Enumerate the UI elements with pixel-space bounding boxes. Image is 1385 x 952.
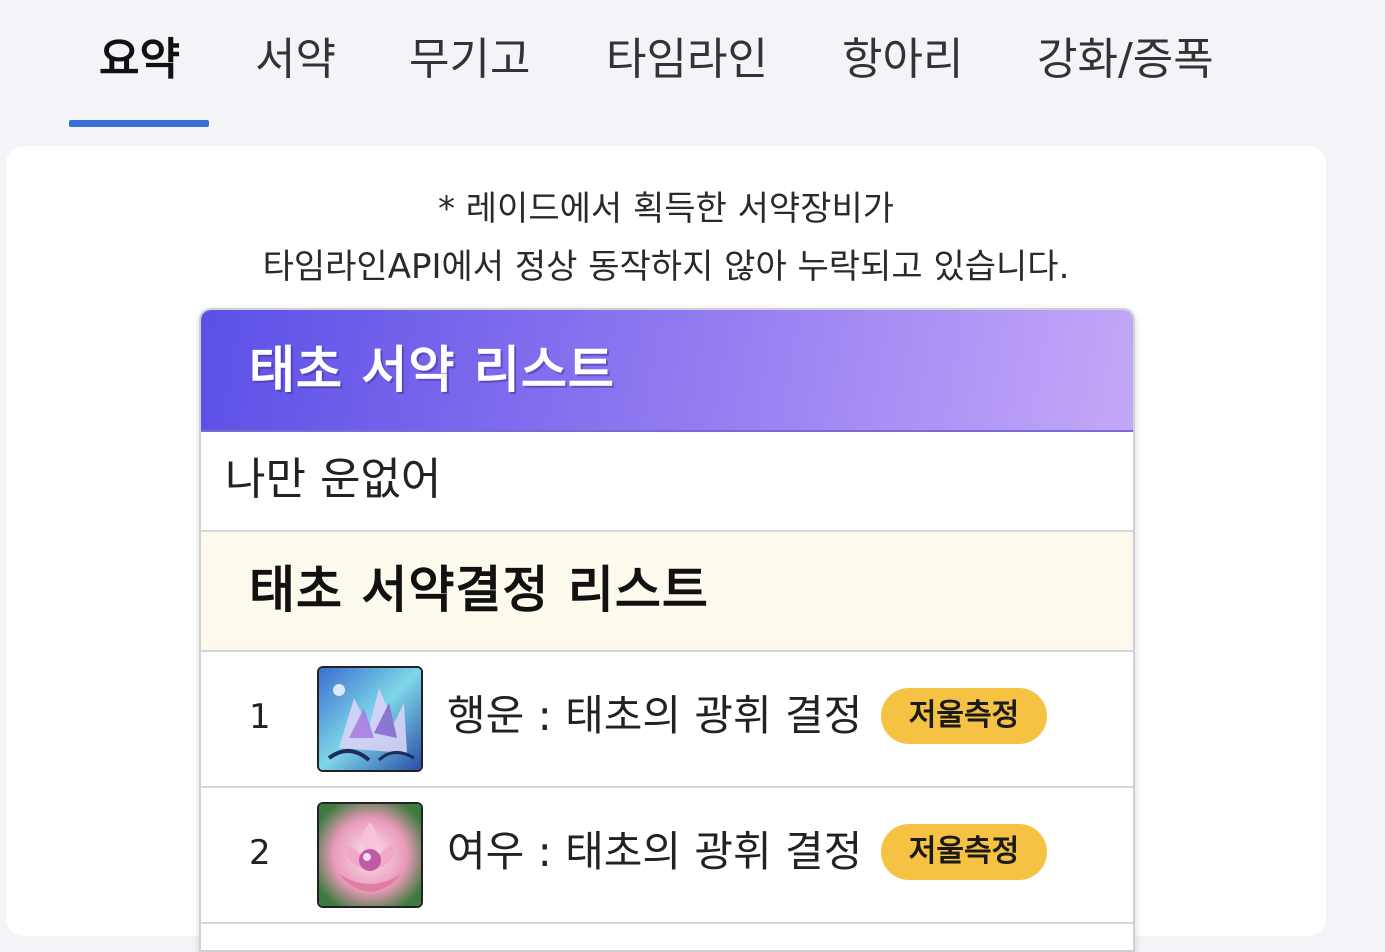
crystal-list-title: 태초 서약결정 리스트 xyxy=(249,561,709,619)
crystal-list-header: 태초 서약결정 리스트 xyxy=(201,532,1133,652)
item-rank: 1 xyxy=(249,697,271,737)
pledge-list-title: 태초 서약 리스트 xyxy=(249,341,615,399)
tab-timeline[interactable]: 타임라인 xyxy=(606,30,768,90)
tab-jar[interactable]: 항아리 xyxy=(842,30,963,90)
tab-summary[interactable]: 요약 xyxy=(99,30,180,90)
tab-armory[interactable]: 무기고 xyxy=(409,30,530,90)
tab-bar: 요약 서약 무기고 타임라인 항아리 강화/증폭 xyxy=(0,0,1385,130)
scale-measure-badge[interactable]: 저울측정 xyxy=(881,824,1047,880)
crystal-list-item[interactable]: 1 행운 : 태초의 광휘 결정 저울측정 xyxy=(201,652,1133,788)
item-name: 행운 : 태초의 광휘 결정 xyxy=(447,691,863,740)
active-tab-indicator xyxy=(69,120,209,127)
tab-enhance-amplify[interactable]: 강화/증폭 xyxy=(1037,30,1214,90)
fox-crystal-icon xyxy=(317,802,423,908)
tab-pledge[interactable]: 서약 xyxy=(255,30,336,90)
crystal-list-item[interactable]: 2 여우 : 태초의 광휘 결정 저울측정 xyxy=(201,788,1133,924)
pledge-panel: 태초 서약 리스트 나만 운없어 태초 서약결정 리스트 1 행운: 태초의 … xyxy=(199,308,1135,952)
notice-text: * 레이드에서 획득한 서약장비가 타임라인API에서 정상 동작하지 않아 누… xyxy=(6,180,1326,296)
scale-measure-badge[interactable]: 저울측정 xyxy=(881,688,1047,744)
item-rank: 2 xyxy=(249,833,271,873)
notice-line-2: 타임라인API에서 정상 동작하지 않아 누락되고 있습니다. xyxy=(262,247,1070,287)
pledge-list-header: 태초 서약 리스트 xyxy=(201,310,1133,432)
item-name: 여우 : 태초의 광휘 결정 xyxy=(447,827,863,876)
luck-crystal-icon xyxy=(317,666,423,772)
pledge-list-empty-text: 나만 운없어 xyxy=(225,454,442,505)
notice-line-1: * 레이드에서 획득한 서약장비가 xyxy=(437,189,895,229)
pledge-list-empty-row: 나만 운없어 xyxy=(201,432,1133,532)
